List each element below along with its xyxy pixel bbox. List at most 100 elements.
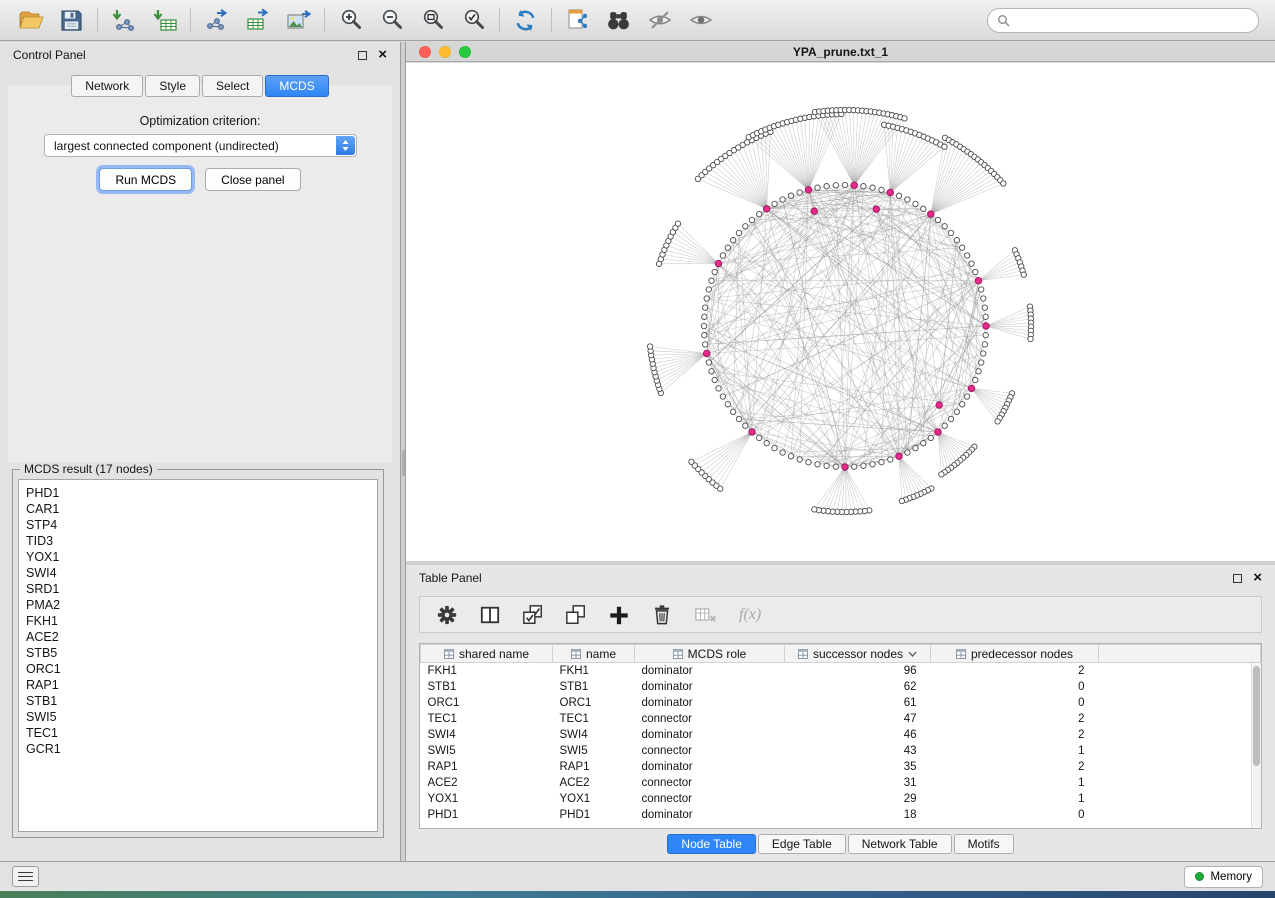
mcds-result-item[interactable]: SWI4 (26, 565, 377, 581)
table-cell: YOX1 (421, 791, 553, 807)
column-header-predecessor-nodes[interactable]: predecessor nodes (931, 645, 1099, 663)
search-network-button[interactable] (598, 3, 639, 37)
network-view[interactable] (406, 63, 1275, 561)
control-panel: Control Panel × NetworkStyleSelectMCDS O… (0, 42, 401, 861)
refresh-layout-button[interactable] (505, 3, 546, 37)
maximize-window-icon[interactable] (459, 46, 471, 58)
tab-edge-table[interactable]: Edge Table (758, 834, 846, 854)
zoom-fit-button[interactable] (412, 3, 453, 37)
mcds-result-list[interactable]: PHD1CAR1STP4TID3YOX1SWI4SRD1PMA2FKH1ACE2… (18, 479, 378, 832)
table-cell: dominator (635, 695, 785, 711)
import-table-button[interactable] (144, 3, 185, 37)
export-network-button[interactable] (196, 3, 237, 37)
show-elements-button[interactable] (680, 3, 721, 37)
table-cell: SWI4 (421, 727, 553, 743)
tab-mcds[interactable]: MCDS (265, 75, 328, 97)
mcds-result-item[interactable]: TEC1 (26, 725, 377, 741)
mcds-result-item[interactable]: FKH1 (26, 613, 377, 629)
criterion-dropdown[interactable]: largest connected component (undirected) (44, 134, 357, 157)
tab-select[interactable]: Select (202, 75, 263, 97)
open-session-button[interactable] (10, 3, 51, 37)
mcds-result-item[interactable]: PHD1 (26, 485, 377, 501)
save-session-button[interactable] (51, 3, 92, 37)
table-cell: YOX1 (553, 791, 635, 807)
import-network-button[interactable] (103, 3, 144, 37)
tab-style[interactable]: Style (145, 75, 200, 97)
show-columns-button[interactable] (479, 605, 501, 625)
export-table-icon (245, 8, 271, 32)
table-row[interactable]: TEC1TEC1connector472 (421, 711, 1261, 727)
column-header-name[interactable]: name (553, 645, 635, 663)
mcds-result-item[interactable]: TID3 (26, 533, 377, 549)
table-cell-filler (1099, 759, 1261, 775)
table-row[interactable]: ORC1ORC1dominator610 (421, 695, 1261, 711)
table-row[interactable]: SWI5SWI5connector431 (421, 743, 1261, 759)
mcds-result-item[interactable]: PMA2 (26, 597, 377, 613)
minimize-window-icon[interactable] (439, 46, 451, 58)
mcds-result-item[interactable]: STB1 (26, 693, 377, 709)
search-input[interactable] (1015, 13, 1249, 27)
table-row[interactable]: RAP1RAP1dominator352 (421, 759, 1261, 775)
mcds-result-item[interactable]: STB5 (26, 645, 377, 661)
table-panel-title: Table Panel (419, 571, 482, 585)
close-panel-icon[interactable]: × (1253, 573, 1262, 583)
float-panel-icon[interactable] (358, 51, 367, 60)
close-panel-icon[interactable]: × (378, 50, 387, 60)
scrollbar-thumb[interactable] (1253, 666, 1260, 766)
export-table-button[interactable] (237, 3, 278, 37)
column-header-successor-nodes[interactable]: successor nodes (785, 645, 931, 663)
mcds-result-item[interactable]: ORC1 (26, 661, 377, 677)
column-header-shared-name[interactable]: shared name (421, 645, 553, 663)
zoom-out-button[interactable] (371, 3, 412, 37)
table-row[interactable]: PHD1PHD1dominator180 (421, 807, 1261, 823)
mcds-result-item[interactable]: GCR1 (26, 741, 377, 757)
table-row[interactable]: FKH1FKH1dominator962 (421, 663, 1261, 679)
export-image-button[interactable] (278, 3, 319, 37)
zoom-selected-button[interactable] (453, 3, 494, 37)
network-window-titlebar[interactable]: YPA_prune.txt_1 (406, 42, 1275, 62)
tab-motifs[interactable]: Motifs (954, 834, 1014, 854)
share-document-icon (566, 8, 590, 32)
toolbar-search-field[interactable] (987, 8, 1259, 33)
run-mcds-button[interactable]: Run MCDS (99, 168, 192, 191)
deselect-all-rows-button[interactable] (565, 604, 587, 626)
table-cell: dominator (635, 727, 785, 743)
column-label: MCDS role (688, 647, 747, 661)
mcds-result-item[interactable]: YOX1 (26, 549, 377, 565)
hide-elements-button[interactable] (639, 3, 680, 37)
tab-network[interactable]: Network (71, 75, 143, 97)
close-panel-button[interactable]: Close panel (205, 168, 300, 191)
tab-network-table[interactable]: Network Table (848, 834, 952, 854)
table-row[interactable]: ACE2ACE2connector311 (421, 775, 1261, 791)
close-window-icon[interactable] (419, 46, 431, 58)
float-panel-icon[interactable] (1233, 574, 1242, 583)
mcds-result-item[interactable]: SWI5 (26, 709, 377, 725)
table-cell-filler (1099, 775, 1261, 791)
hamburger-menu-button[interactable] (12, 866, 39, 887)
select-all-rows-button[interactable] (522, 604, 544, 626)
table-cell: 31 (785, 775, 931, 791)
table-settings-button[interactable] (436, 604, 458, 626)
column-header-MCDS-role[interactable]: MCDS role (635, 645, 785, 663)
sort-menu-icon[interactable] (908, 651, 917, 657)
mcds-result-item[interactable]: RAP1 (26, 677, 377, 693)
table-row[interactable]: STB1STB1dominator620 (421, 679, 1261, 695)
delete-column-button[interactable] (651, 603, 673, 626)
mcds-result-item[interactable]: CAR1 (26, 501, 377, 517)
mcds-result-item[interactable]: STP4 (26, 517, 377, 533)
table-cell: 43 (785, 743, 931, 759)
table-row[interactable]: SWI4SWI4dominator462 (421, 727, 1261, 743)
mcds-result-item[interactable]: ACE2 (26, 629, 377, 645)
zoom-in-button[interactable] (330, 3, 371, 37)
memory-button[interactable]: Memory (1184, 866, 1263, 888)
table-cell: 35 (785, 759, 931, 775)
table-row[interactable]: YOX1YOX1connector291 (421, 791, 1261, 807)
table-cell: 46 (785, 727, 931, 743)
share-document-button[interactable] (557, 3, 598, 37)
mcds-result-item[interactable]: SRD1 (26, 581, 377, 597)
import-table-icon (152, 8, 178, 32)
network-canvas[interactable] (406, 63, 1275, 561)
add-column-button[interactable] (608, 604, 630, 626)
table-scrollbar[interactable] (1251, 663, 1261, 828)
tab-node-table[interactable]: Node Table (667, 834, 756, 854)
